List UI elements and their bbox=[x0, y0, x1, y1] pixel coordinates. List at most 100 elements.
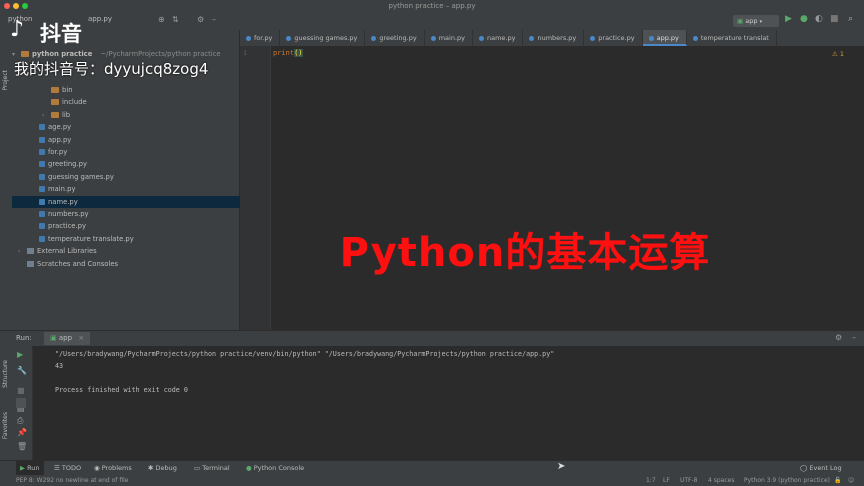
collapse-all-icon[interactable]: ⇅ bbox=[172, 15, 179, 24]
wrench-icon[interactable]: 🔧 bbox=[17, 366, 27, 375]
run-tool-tab[interactable]: ▶ Run bbox=[16, 461, 44, 476]
tree-item-label: age.py bbox=[48, 123, 72, 132]
stop-icon[interactable]: ■ bbox=[830, 14, 839, 24]
problems-tool-tab[interactable]: ◉ Problems bbox=[94, 461, 132, 476]
tree-item-label: main.py bbox=[48, 185, 76, 194]
trash-icon[interactable]: 🗑 bbox=[17, 442, 27, 451]
tree-item-bin[interactable]: bin bbox=[12, 84, 269, 96]
gear-icon[interactable]: ⚙ bbox=[197, 15, 204, 24]
project-root-path: ~/PycharmProjects/python practice bbox=[100, 50, 221, 58]
tab-label: greeting.py bbox=[379, 34, 417, 42]
tree-item-for-py[interactable]: for.py bbox=[12, 146, 257, 158]
file-encoding[interactable]: UTF-8 bbox=[680, 475, 698, 486]
tab-for-py[interactable]: for.py bbox=[240, 30, 281, 46]
tab-numbers-py[interactable]: numbers.py bbox=[523, 30, 585, 46]
file-breadcrumb[interactable]: app.py bbox=[88, 15, 112, 23]
caret-position[interactable]: 1:7 bbox=[646, 475, 656, 486]
run-console[interactable]: "/Users/bradywang/PycharmProjects/python… bbox=[33, 346, 864, 460]
code-line[interactable]: print() bbox=[273, 49, 303, 57]
scroll-end-icon[interactable] bbox=[16, 398, 26, 408]
run-icon[interactable]: ▶ bbox=[785, 14, 792, 24]
hide-panel-icon[interactable]: – bbox=[852, 333, 856, 342]
tree-item-main-py[interactable]: main.py bbox=[12, 183, 257, 195]
speech-bubble-icon: ◯ bbox=[800, 464, 808, 472]
tree-item-name-py[interactable]: name.py bbox=[12, 195, 257, 208]
tab-label: for.py bbox=[254, 34, 273, 42]
run-action-icons: ▶ 🔧 ■ ▤ 📌 ⎙ 🗑 bbox=[12, 346, 33, 460]
python-file-icon bbox=[39, 173, 45, 180]
bug-icon: ✱ bbox=[148, 464, 154, 472]
chevron-right-icon[interactable]: › bbox=[42, 110, 51, 122]
favorites-tool-label[interactable]: Favorites bbox=[2, 412, 9, 439]
tab-label: guessing games.py bbox=[294, 34, 358, 42]
status-bar: PEP 8: W292 no newline at end of file 1:… bbox=[0, 475, 864, 486]
console-line: "/Users/bradywang/PycharmProjects/python… bbox=[55, 350, 555, 358]
python-file-icon bbox=[39, 124, 45, 131]
run-panel-header: Run: ▣ app × ⚙ – bbox=[0, 330, 864, 347]
code-editor[interactable]: print() ⚠ 1 bbox=[271, 46, 864, 330]
tab-label: numbers.py bbox=[537, 34, 577, 42]
code-keyword: print bbox=[273, 49, 295, 57]
mouse-cursor-icon: ➤ bbox=[557, 461, 566, 472]
run-config-label: app bbox=[745, 17, 758, 25]
tree-item-include[interactable]: include bbox=[12, 96, 269, 108]
warning-icon: ◉ bbox=[94, 464, 100, 472]
tab-name-py[interactable]: name.py bbox=[473, 30, 524, 46]
interpreter[interactable]: Python 3.9 (python practice) bbox=[744, 475, 830, 486]
run-config-dropdown[interactable]: ▣ app ▾ bbox=[733, 15, 779, 27]
python-file-icon bbox=[39, 149, 45, 155]
hide-panel-icon[interactable]: – bbox=[212, 15, 216, 24]
coverage-icon[interactable]: ◐ bbox=[815, 14, 823, 24]
event-log-tool-tab[interactable]: ◯ Event Log bbox=[800, 461, 842, 476]
console-line: Process finished with exit code 0 bbox=[55, 386, 188, 394]
tab-guessing-games-py[interactable]: guessing games.py bbox=[280, 30, 366, 46]
debug-tool-tab[interactable]: ✱ Debug bbox=[148, 461, 177, 476]
video-caption-overlay: Python的基本运算 bbox=[339, 230, 711, 276]
python-file-icon bbox=[286, 35, 292, 41]
project-root-row[interactable]: ▾ python practice ~/PycharmProjects/pytho… bbox=[12, 48, 239, 60]
tree-item-label: greeting.py bbox=[48, 160, 87, 169]
tab-main-py[interactable]: main.py bbox=[425, 30, 473, 46]
tab-temperature-translat[interactable]: temperature translat bbox=[687, 30, 777, 46]
crosshair-icon[interactable]: ⊕ bbox=[158, 15, 165, 24]
tree-item-guessing-games-py[interactable]: guessing games.py bbox=[12, 171, 257, 183]
stop-icon[interactable]: ■ bbox=[17, 386, 25, 395]
project-tool-label[interactable]: Project bbox=[2, 70, 9, 91]
print-icon[interactable]: ⎙ bbox=[17, 416, 23, 426]
tab-label: temperature translat bbox=[700, 34, 769, 42]
gear-icon[interactable]: ⚙ bbox=[835, 333, 842, 342]
traffic-lights[interactable] bbox=[4, 3, 30, 9]
pin-icon[interactable]: 📌 bbox=[17, 428, 27, 437]
run-tab-label: app bbox=[58, 334, 73, 342]
tab-app-py[interactable]: app.py bbox=[642, 30, 687, 46]
python-file-icon bbox=[648, 35, 654, 41]
lock-icon[interactable]: 🔓 bbox=[834, 475, 841, 486]
hector-icon[interactable]: ☺ bbox=[848, 475, 854, 486]
inspection-warning-badge[interactable]: ⚠ 1 bbox=[832, 50, 844, 58]
debug-icon[interactable]: ● bbox=[800, 14, 808, 24]
run-tab[interactable]: ▣ app × bbox=[44, 332, 91, 345]
tree-item-numbers-py[interactable]: numbers.py bbox=[12, 208, 257, 220]
tab-label: Run bbox=[27, 464, 40, 472]
tree-item-age-py[interactable]: age.py bbox=[12, 121, 257, 133]
terminal-tool-tab[interactable]: ▭ Terminal bbox=[194, 461, 230, 476]
folder-icon bbox=[51, 87, 59, 93]
tree-item-label: lib bbox=[62, 110, 71, 119]
tree-item-lib[interactable]: › lib bbox=[12, 109, 269, 121]
status-message[interactable]: PEP 8: W292 no newline at end of file bbox=[16, 475, 128, 486]
search-icon[interactable]: ⌕ bbox=[848, 14, 853, 24]
todo-tool-tab[interactable]: ☰ TODO bbox=[54, 461, 81, 476]
close-icon[interactable]: × bbox=[78, 334, 84, 342]
line-separator[interactable]: LF bbox=[663, 475, 670, 486]
tab-greeting-py[interactable]: greeting.py bbox=[365, 30, 425, 46]
tree-item-label: name.py bbox=[48, 197, 78, 206]
editor-tab-bar: for.py guessing games.py greeting.py main.p… bbox=[240, 30, 864, 47]
tiktok-logo-icon: ♪ bbox=[10, 17, 25, 42]
tree-item-greeting-py[interactable]: greeting.py bbox=[12, 158, 257, 170]
indent-setting[interactable]: 4 spaces bbox=[708, 475, 734, 486]
python-console-tool-tab[interactable]: ● Python Console bbox=[246, 461, 304, 476]
tree-item-app-py[interactable]: app.py bbox=[12, 134, 257, 146]
tab-practice-py[interactable]: practice.py bbox=[584, 30, 643, 46]
structure-tool-label[interactable]: Structure bbox=[2, 360, 9, 388]
rerun-icon[interactable]: ▶ bbox=[17, 350, 23, 359]
